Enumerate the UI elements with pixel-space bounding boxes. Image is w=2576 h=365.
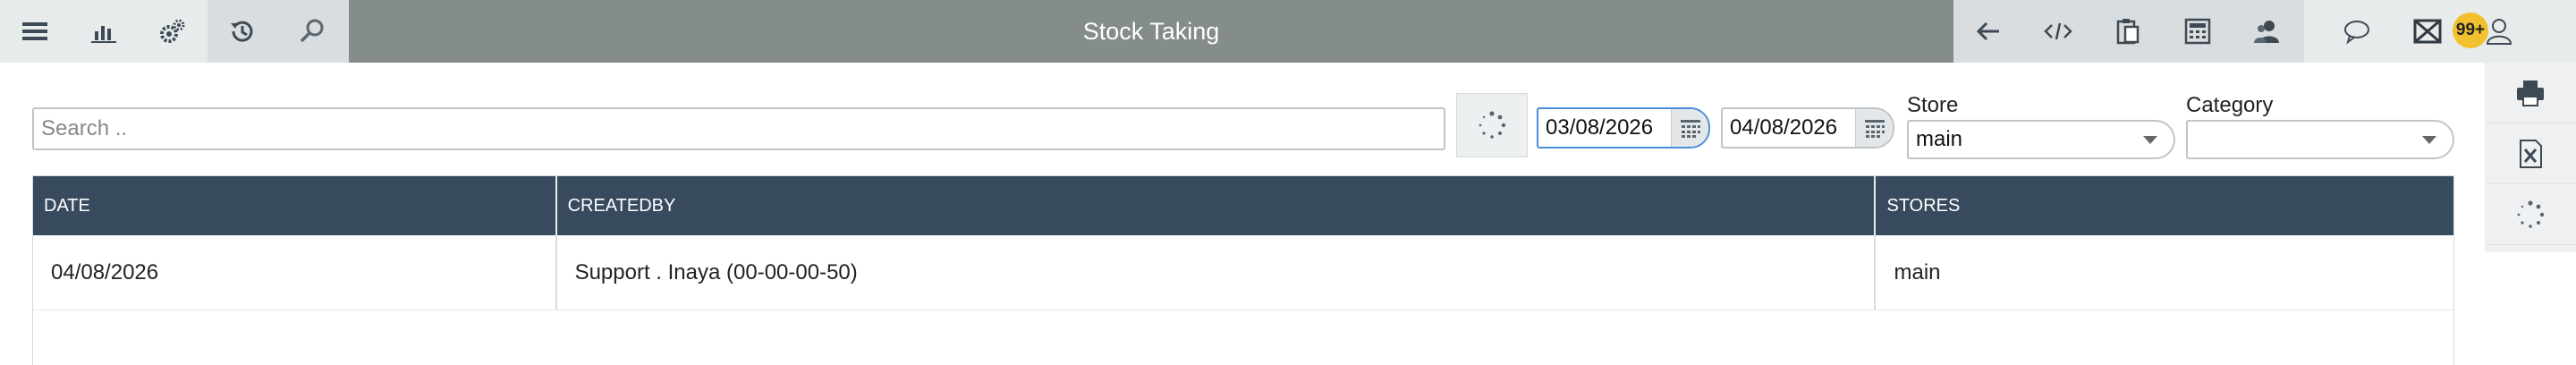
calculator-icon (2184, 18, 2211, 45)
date-from-calendar-button[interactable] (1671, 109, 1708, 147)
print-button[interactable] (2485, 63, 2576, 123)
gears-icon (160, 19, 185, 43)
date-from-input[interactable] (1538, 109, 1671, 147)
date-from-picker[interactable] (1537, 107, 1710, 149)
reports-button[interactable] (69, 0, 138, 63)
calculator-button[interactable] (2163, 0, 2233, 63)
users-button[interactable] (2233, 0, 2302, 63)
settings-button[interactable] (139, 0, 208, 63)
mail-button[interactable] (2401, 0, 2454, 63)
code-icon (2044, 22, 2072, 40)
search-button[interactable] (277, 0, 347, 63)
chevron-down-icon (2422, 136, 2436, 144)
toolbar-right-group (1953, 0, 2304, 63)
store-select-value: main (1916, 127, 1963, 151)
export-excel-button[interactable] (2485, 123, 2576, 184)
user-icon (2486, 19, 2512, 45)
history-icon (231, 21, 253, 42)
chart-icon (90, 26, 116, 43)
refresh-button[interactable] (2485, 184, 2576, 245)
calendar-grid-icon (1680, 120, 1700, 138)
chat-button[interactable] (2322, 0, 2392, 63)
column-header-date[interactable]: DATE (33, 176, 557, 235)
category-label: Category (2186, 93, 2274, 117)
app-window: Stock Taking 99+ Search .. 03/08/2026 04… (0, 0, 2576, 365)
top-toolbar: Stock Taking (0, 0, 2576, 63)
date-to-input[interactable] (1723, 109, 1855, 147)
loading-button[interactable] (1456, 93, 1528, 157)
chevron-down-icon (2143, 136, 2157, 144)
chat-icon (2344, 21, 2369, 45)
column-header-stores[interactable]: STORES (1876, 176, 2453, 235)
spinner-icon (1479, 111, 1506, 139)
search-icon (300, 19, 324, 43)
arrow-left-icon (1976, 21, 1999, 41)
category-select[interactable] (2186, 120, 2454, 159)
table-header: DATE CREATEDBY STORES (33, 176, 2453, 235)
page-title: Stock Taking (349, 0, 1953, 63)
clipboard-icon (2116, 19, 2140, 45)
back-button[interactable] (1953, 0, 2023, 63)
table-row[interactable]: 04/08/2026 Support . Inaya (00-00-00-50)… (33, 235, 2453, 310)
menu-icon (21, 22, 47, 40)
mail-icon (2413, 19, 2442, 44)
store-select[interactable]: main (1907, 120, 2175, 159)
menu-button[interactable] (0, 0, 69, 63)
history-button[interactable] (208, 0, 277, 63)
toolbar-left-group (0, 0, 208, 63)
cell-stores: main (1894, 259, 1941, 284)
search-input[interactable] (32, 107, 1445, 150)
print-icon (2517, 80, 2544, 106)
side-action-strip (2485, 63, 2576, 252)
cell-date: 04/08/2026 (33, 235, 557, 310)
notification-badge[interactable]: 99+ (2453, 13, 2488, 48)
clipboard-button[interactable] (2093, 0, 2163, 63)
excel-icon (2520, 139, 2542, 168)
spinner-icon (2517, 199, 2545, 228)
date-to-calendar-button[interactable] (1855, 109, 1893, 147)
column-header-createdby[interactable]: CREATEDBY (557, 176, 1877, 235)
stock-taking-table: DATE CREATEDBY STORES 04/08/2026 Support… (32, 175, 2454, 365)
toolbar-right-group-2 (2304, 0, 2576, 63)
toolbar-left-group-2 (208, 0, 349, 63)
cell-createdby: Support . Inaya (00-00-00-50) (557, 235, 1877, 310)
store-label: Store (1907, 93, 1959, 117)
date-to-picker[interactable] (1721, 107, 1894, 149)
code-button[interactable] (2023, 0, 2093, 63)
users-icon (2254, 21, 2279, 43)
calendar-grid-icon (1864, 120, 1885, 138)
